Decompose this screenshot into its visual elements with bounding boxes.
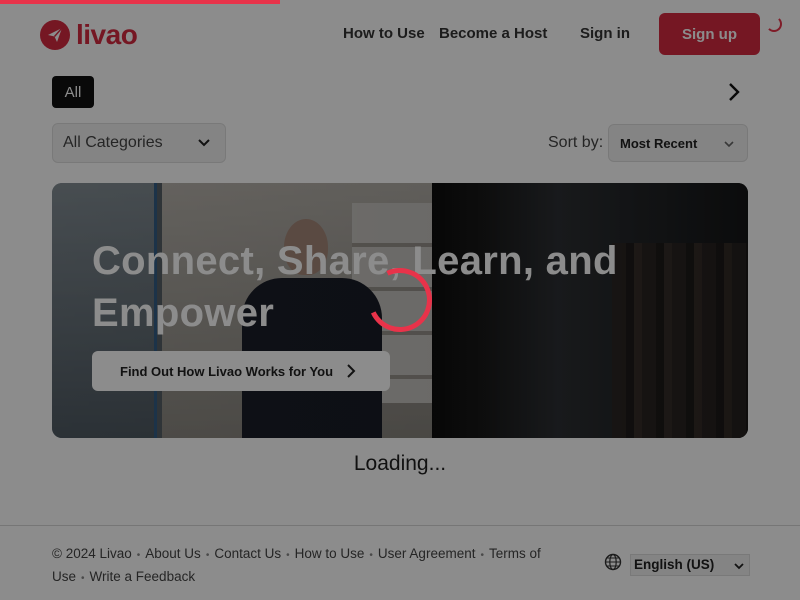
language-select[interactable]: English (US) (630, 553, 750, 576)
language-selector: English (US) (604, 553, 750, 576)
header-loading-spinner-icon (766, 16, 782, 32)
loading-text: Loading... (353, 452, 447, 475)
chevron-down-icon (197, 136, 211, 155)
site-header: livao How to Use Become a Host Sign in S… (0, 0, 800, 70)
category-select[interactable]: All Categories (52, 123, 226, 163)
sort-select-value: Most Recent (620, 135, 698, 151)
find-out-how-button[interactable]: Find Out How Livao Works for You (92, 351, 390, 391)
nav-how-to-use-link[interactable]: How to Use (343, 25, 425, 42)
chevron-down-icon (733, 560, 745, 575)
chevron-right-icon[interactable] (722, 80, 746, 104)
footer-link-how-to-use[interactable]: How to Use (295, 546, 365, 561)
language-select-value: English (US) (634, 557, 715, 572)
category-select-value: All Categories (63, 134, 163, 151)
logo[interactable]: livao (40, 19, 138, 50)
footer-copyright: © 2024 Livao (52, 546, 132, 561)
globe-icon (604, 553, 622, 576)
paper-plane-icon (40, 20, 70, 50)
sort-by-label: Sort by: (548, 134, 604, 151)
find-out-how-button-label: Find Out How Livao Works for You (120, 363, 334, 379)
nav-become-host-link[interactable]: Become a Host (439, 25, 547, 42)
footer-link-contact-us[interactable]: Contact Us (214, 546, 281, 561)
footer-divider (0, 525, 800, 526)
nav-sign-in-link[interactable]: Sign in (580, 25, 630, 42)
footer-link-about-us[interactable]: About Us (145, 546, 201, 561)
filter-chip-all[interactable]: All (52, 76, 94, 108)
page-loading-progress-bar (0, 0, 280, 4)
footer-link-write-feedback[interactable]: Write a Feedback (90, 569, 196, 584)
sign-up-button[interactable]: Sign up (659, 13, 760, 55)
footer-link-user-agreement[interactable]: User Agreement (378, 546, 476, 561)
chevron-down-icon (723, 138, 735, 153)
chevron-right-icon (346, 363, 356, 382)
logo-text: livao (76, 19, 138, 50)
footer-links: © 2024 Livao • About Us • Contact Us • How to … (52, 546, 541, 584)
sort-select[interactable]: Most Recent (608, 124, 748, 162)
